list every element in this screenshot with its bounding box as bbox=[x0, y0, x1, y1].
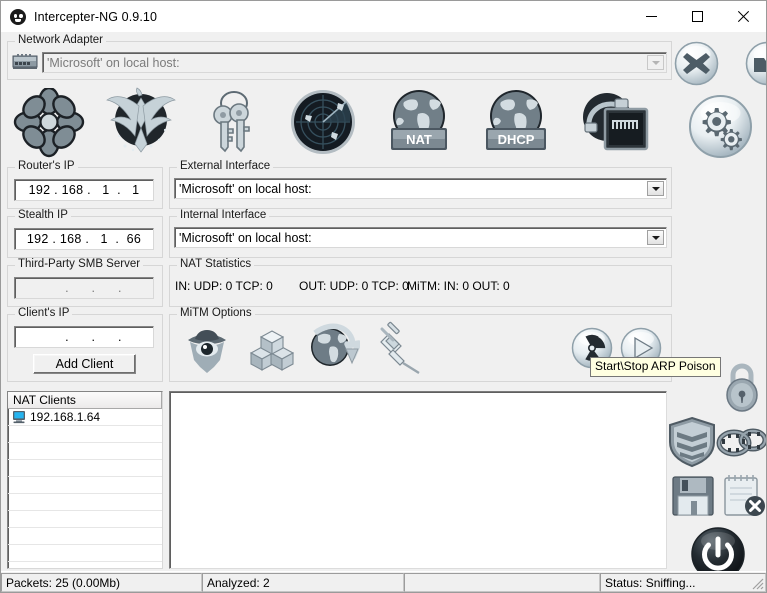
floppy-icon[interactable] bbox=[671, 475, 715, 517]
list-row-empty[interactable] bbox=[8, 477, 162, 494]
nat-stat-mitm: MiTM: IN: 0 OUT: 0 bbox=[407, 279, 510, 293]
external-interface-combo[interactable]: 'Microsoft' on local host: bbox=[174, 178, 667, 199]
spy-icon[interactable] bbox=[181, 323, 233, 375]
phoenix-icon[interactable] bbox=[101, 86, 181, 160]
status-packets: Packets: 25 (0.00Mb) bbox=[1, 573, 202, 592]
tooltip: Start\Stop ARP Poison bbox=[590, 357, 721, 377]
list-row-empty[interactable] bbox=[8, 460, 162, 477]
nat-stat-in: IN: UDP: 0 TCP: 0 bbox=[175, 279, 273, 293]
network-adapter-legend: Network Adapter bbox=[15, 34, 107, 47]
shield-icon[interactable] bbox=[667, 416, 717, 468]
list-row-empty[interactable] bbox=[8, 511, 162, 528]
clients-ip-input[interactable]: . . . bbox=[14, 326, 154, 348]
add-client-button[interactable]: Add Client bbox=[33, 354, 136, 374]
internal-interface-legend: Internal Interface bbox=[177, 209, 270, 222]
clients-ip-value: . . . bbox=[46, 330, 122, 344]
internal-interface-combo[interactable]: 'Microsoft' on local host: bbox=[174, 227, 667, 248]
globe-icon-dhcp[interactable]: DHCP bbox=[478, 88, 554, 158]
app-window: Intercepter-NG 0.9.10 Network Adapter 'M… bbox=[0, 0, 767, 593]
external-interface-value: 'Microsoft' on local host: bbox=[179, 181, 312, 196]
raw-capture-icon[interactable] bbox=[571, 89, 651, 157]
mitm-options-legend: MiTM Options bbox=[177, 307, 255, 320]
internal-interface-value: 'Microsoft' on local host: bbox=[179, 230, 312, 245]
clients-ip-legend: Client's IP bbox=[15, 307, 73, 320]
network-card-icon bbox=[12, 54, 38, 69]
network-adapter-value: 'Microsoft' on local host: bbox=[47, 55, 180, 70]
status-sniffing: Status: Sniffing... bbox=[600, 573, 766, 592]
nat-clients-list[interactable]: NAT Clients 192.168.1.64 bbox=[7, 391, 163, 569]
title-bar: Intercepter-NG 0.9.10 bbox=[1, 1, 766, 32]
resize-grip[interactable] bbox=[750, 576, 764, 590]
status-bar: Packets: 25 (0.00Mb) Analyzed: 2 Status:… bbox=[1, 571, 766, 592]
cubes-icon[interactable] bbox=[246, 323, 298, 375]
radar-icon[interactable] bbox=[288, 87, 358, 157]
clear-button[interactable] bbox=[674, 41, 719, 86]
list-row-empty[interactable] bbox=[8, 494, 162, 511]
log-panel[interactable] bbox=[169, 391, 667, 569]
chains-icon[interactable] bbox=[714, 419, 767, 465]
nat-statistics-legend: NAT Statistics bbox=[177, 258, 255, 271]
syringe-icon[interactable] bbox=[369, 321, 425, 377]
list-row-empty[interactable] bbox=[8, 426, 162, 443]
maximize-button[interactable] bbox=[674, 1, 720, 32]
status-middle bbox=[404, 573, 600, 592]
padlock-icon[interactable] bbox=[719, 361, 765, 413]
add-client-label: Add Client bbox=[55, 357, 114, 371]
chevron-down-icon[interactable] bbox=[647, 230, 664, 245]
list-item-label: 192.168.1.64 bbox=[30, 410, 101, 424]
close-button[interactable] bbox=[720, 1, 766, 32]
routers-ip-legend: Router's IP bbox=[15, 160, 78, 173]
list-row-empty[interactable] bbox=[8, 545, 162, 562]
computer-icon bbox=[13, 411, 25, 424]
window-controls bbox=[628, 1, 766, 32]
external-interface-legend: External Interface bbox=[177, 160, 274, 173]
stealth-ip-value: 192 . 168 . 1 . 66 bbox=[26, 232, 142, 246]
window-title: Intercepter-NG 0.9.10 bbox=[34, 9, 157, 24]
list-row-empty[interactable] bbox=[8, 443, 162, 460]
stealth-ip-legend: Stealth IP bbox=[15, 209, 71, 222]
dhcp-label: DHCP bbox=[498, 132, 535, 147]
settings-button[interactable] bbox=[688, 94, 753, 159]
routers-ip-value: 192 . 168 . 1 . 1 bbox=[28, 183, 140, 197]
smb-server-value: . . . bbox=[46, 281, 122, 295]
list-row-empty[interactable] bbox=[8, 562, 162, 568]
nat-stat-out: OUT: UDP: 0 TCP: 0 bbox=[299, 279, 409, 293]
nat-clients-header: NAT Clients bbox=[8, 392, 162, 409]
flower-icon[interactable] bbox=[13, 88, 85, 158]
nat-label: NAT bbox=[406, 132, 432, 147]
smb-server-input[interactable]: . . . bbox=[14, 277, 154, 299]
chevron-down-icon[interactable] bbox=[647, 55, 664, 70]
globe-arrow-icon[interactable] bbox=[306, 323, 360, 375]
stealth-ip-input[interactable]: 192 . 168 . 1 . 66 bbox=[14, 228, 154, 250]
skull-icon bbox=[10, 8, 26, 25]
list-row-empty[interactable] bbox=[8, 528, 162, 545]
globe-icon-nat[interactable]: NAT bbox=[382, 88, 456, 158]
chevron-down-icon[interactable] bbox=[647, 181, 664, 196]
keys-icon[interactable] bbox=[201, 89, 267, 157]
list-item[interactable]: 192.168.1.64 bbox=[8, 409, 162, 426]
notepad-x-icon[interactable] bbox=[719, 473, 767, 519]
status-analyzed: Analyzed: 2 bbox=[202, 573, 404, 592]
network-adapter-combo[interactable]: 'Microsoft' on local host: bbox=[42, 52, 667, 73]
minimize-button[interactable] bbox=[628, 1, 674, 32]
open-file-button[interactable] bbox=[745, 41, 767, 86]
routers-ip-input[interactable]: 192 . 168 . 1 . 1 bbox=[14, 179, 154, 201]
smb-server-legend: Third-Party SMB Server bbox=[15, 258, 144, 271]
